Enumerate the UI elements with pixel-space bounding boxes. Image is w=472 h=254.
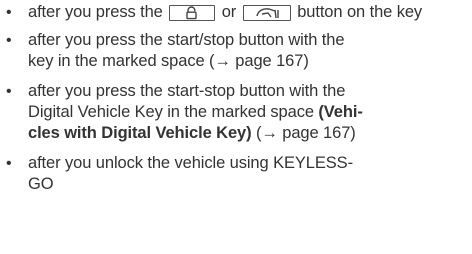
bullet: • — [6, 32, 12, 49]
page-reference: (→ page 167) — [255, 124, 356, 142]
lock-key-icon — [169, 5, 216, 21]
item-line-1: after you press the start/stop button wi… — [28, 31, 345, 49]
tailgate-key-icon — [242, 5, 291, 21]
list-item: • after you press the start/stop button … — [0, 30, 472, 72]
item-text-after: button on the key — [297, 3, 423, 21]
item-line-2: key in the marked space (→ page 167) — [28, 52, 309, 70]
list-item: • after you press the start-stop button … — [0, 81, 472, 144]
item-text-before: after you press the — [28, 3, 163, 21]
item-line-2: GO — [28, 175, 54, 193]
bullet: • — [6, 155, 12, 172]
vehicle-condition-note-end: cles with Digital Vehicle Key) — [28, 124, 252, 142]
list-item: • after you press the or button on the k… — [0, 2, 472, 23]
item-line-1: after you unlock the vehicle using KEYLE… — [28, 154, 353, 172]
item-line-2: Digital Vehicle Key in the marked space — [28, 103, 314, 121]
bullet: • — [6, 4, 12, 21]
bullet: • — [6, 83, 12, 100]
instruction-list: • after you press the or button on the k… — [0, 0, 472, 195]
item-line-1: after you press the start-stop button wi… — [28, 82, 346, 100]
list-item: • after you unlock the vehicle using KEY… — [0, 153, 472, 195]
item-text-or: or — [221, 3, 237, 21]
vehicle-condition-note-start: (Vehi- — [318, 103, 363, 121]
